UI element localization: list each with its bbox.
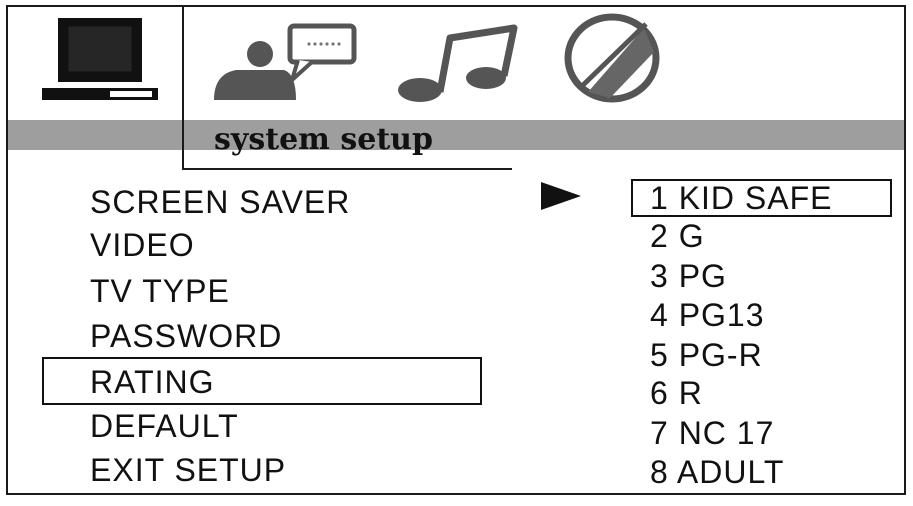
title-underline	[182, 168, 512, 170]
rating-option-pg[interactable]: 3 PG	[650, 259, 727, 293]
menu-item-rating[interactable]: RATING	[90, 364, 215, 400]
speaker-person-icon[interactable]	[206, 22, 366, 104]
submenu-pointer-arrow-icon	[541, 182, 581, 210]
menu-item-exit-setup[interactable]: EXIT SETUP	[90, 452, 286, 488]
rating-option-pg13[interactable]: 4 PG13	[650, 298, 765, 332]
menu-item-screen-saver[interactable]: SCREEN SAVER	[90, 184, 350, 220]
title-bracket-line	[182, 120, 184, 170]
rating-option-r[interactable]: 6 R	[650, 376, 703, 410]
slashed-circle-icon[interactable]	[560, 12, 662, 104]
monitor-icon[interactable]	[38, 16, 162, 102]
rating-option-adult[interactable]: 8 ADULT	[650, 455, 784, 489]
menu-item-default[interactable]: DEFAULT	[90, 408, 239, 444]
rating-option-kid-safe[interactable]: 1 KID SAFE	[650, 181, 833, 215]
title-bar	[8, 120, 904, 150]
music-note-icon[interactable]	[388, 18, 528, 104]
menu-item-video[interactable]: VIDEO	[90, 227, 195, 263]
menu-item-password[interactable]: PASSWORD	[90, 318, 282, 354]
rating-option-g[interactable]: 2 G	[650, 219, 705, 253]
rating-option-pg-r[interactable]: 5 PG-R	[650, 338, 763, 372]
page-title: system setup	[214, 122, 433, 157]
menu-item-tv-type[interactable]: TV TYPE	[90, 273, 230, 309]
rating-option-nc17[interactable]: 7 NC 17	[650, 416, 774, 450]
